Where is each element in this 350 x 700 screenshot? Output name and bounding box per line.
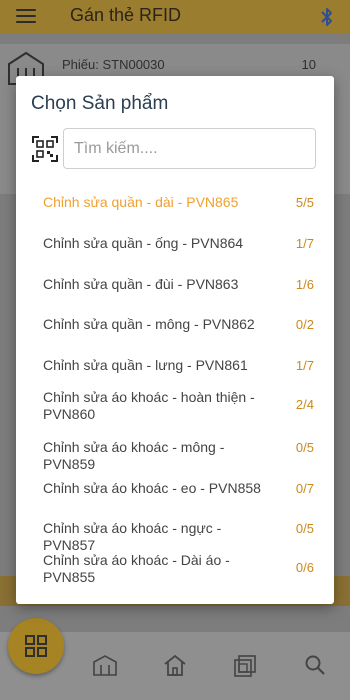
grid-fab-button[interactable] [8,618,64,674]
bluetooth-icon[interactable] [318,7,336,27]
product-count: 0/5 [295,521,314,537]
product-picker-dialog: Chọn Sản phẩm Chỉnh sửa quần - dài - PVN… [16,76,334,604]
search-icon[interactable] [304,654,326,676]
layers-icon[interactable] [233,654,257,678]
menu-icon[interactable] [16,9,36,23]
home-icon[interactable] [163,654,187,676]
product-name: Chỉnh sửa quần - dài - PVN865 [43,194,239,210]
product-name: Chỉnh sửa quần - đùi - PVN863 [43,275,239,292]
product-item[interactable]: Chỉnh sửa áo khoác - eo - PVN858 0/7 [16,467,334,505]
product-name: Chỉnh sửa áo khoác - eo - PVN858 [43,479,261,496]
product-count: 1/7 [295,235,314,251]
product-count: 0/2 [295,317,314,333]
product-item[interactable]: Chỉnh sửa quần - dài - PVN865 5/5 [16,181,334,219]
qr-scan-icon[interactable] [32,136,58,162]
search-input[interactable] [63,128,316,169]
product-name: Chỉnh sửa áo khoác - Dài áo - PVN855 [43,552,230,586]
product-name: Chỉnh sửa áo khoác - hoàn thiện - PVN860 [43,389,255,422]
product-item[interactable]: Chỉnh sửa áo khoác - Dài áo - PVN855 0/6 [16,548,334,586]
product-count: 0/7 [295,480,314,496]
product-count: 1/6 [295,276,314,292]
ticket-label: Phiếu: STN00030 [62,57,165,72]
product-name: Chỉnh sửa quần - lưng - PVN861 [43,357,248,374]
app-title: Gán thẻ RFID [70,5,182,25]
product-item[interactable]: Chỉnh sửa quần - lưng - PVN861 1/7 [16,344,334,382]
product-name: Chỉnh sửa quần - ống - PVN864 [43,234,244,251]
warehouse-icon[interactable] [92,654,118,676]
product-count: 5/5 [295,195,314,210]
product-count: 0/6 [295,560,314,576]
product-item[interactable]: Chỉnh sửa áo khoác - hoàn thiện - PVN860… [16,385,334,423]
app-header: Gán thẻ RFID [0,0,350,34]
product-count: 1/7 [295,358,314,374]
product-count: 2/4 [295,397,314,412]
product-item[interactable]: Chỉnh sửa áo khoác - ngực - PVN857 0/5 [16,507,334,553]
grid-icon [25,635,47,657]
product-item[interactable]: Chỉnh sửa quần - đùi - PVN863 1/6 [16,263,334,301]
product-name: Chỉnh sửa quần - mông - PVN862 [43,316,255,333]
product-item[interactable]: Chỉnh sửa áo khoác - mông - PVN859 0/5 [16,426,334,472]
dialog-title: Chọn Sản phẩm [31,93,169,114]
product-count: 0/5 [295,439,314,455]
product-item[interactable]: Chỉnh sửa quần - mông - PVN862 0/2 [16,303,334,341]
product-item[interactable]: Chỉnh sửa quần - ống - PVN864 1/7 [16,222,334,260]
ticket-count: 10 [301,57,316,72]
